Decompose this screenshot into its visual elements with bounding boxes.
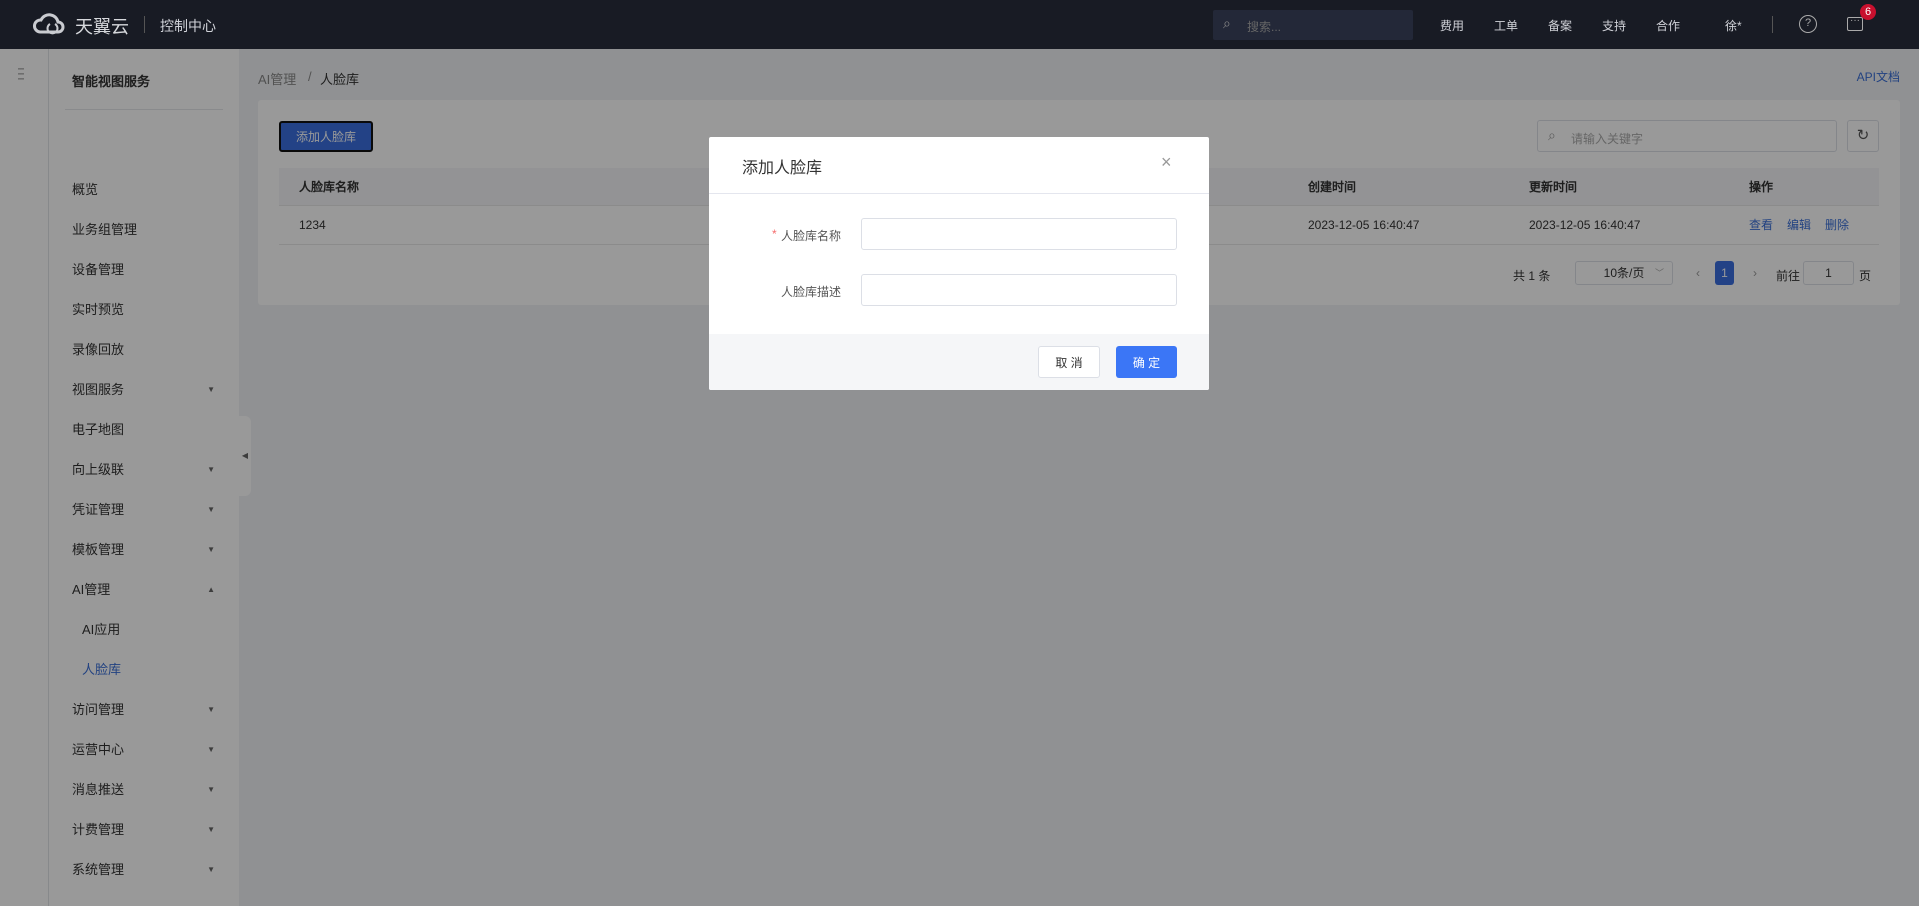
nav-fees[interactable]: 费用 [1440,17,1464,34]
required-mark: * [772,227,777,241]
dialog-title: 添加人脸库 [742,160,823,177]
close-icon[interactable]: × [1161,152,1172,173]
search-icon: ⌕ [1223,15,1231,31]
message-badge: 6 [1860,4,1876,20]
brand-name: 天翼云 [75,17,129,37]
cancel-button[interactable]: 取 消 [1038,346,1100,378]
description-input[interactable] [861,274,1177,306]
cloud-logo-icon[interactable] [32,12,72,36]
search-placeholder: 搜索... [1247,20,1282,34]
nav-tickets[interactable]: 工单 [1494,17,1518,34]
dialog-footer: 取 消 确 定 [709,334,1209,390]
message-icon[interactable]: ··· [1847,16,1863,31]
name-input[interactable] [861,218,1177,250]
top-bar: 天翼云 控制中心 ⌕ 搜索... 费用 工单 备案 支持 合作 徐* ? ···… [0,0,1919,49]
nav-cooperation[interactable]: 合作 [1656,17,1680,34]
divider [144,16,145,33]
divider [709,193,1209,194]
confirm-button[interactable]: 确 定 [1116,346,1177,378]
global-search[interactable]: ⌕ 搜索... [1213,10,1413,40]
add-face-library-dialog: 添加人脸库 × * 人脸库名称 人脸库描述 取 消 确 定 [709,137,1209,390]
name-label: 人脸库名称 [781,229,842,243]
console-title[interactable]: 控制中心 [160,16,216,36]
nav-support[interactable]: 支持 [1602,17,1626,34]
help-icon[interactable]: ? [1799,15,1817,33]
nav-filing[interactable]: 备案 [1548,17,1572,34]
user-name[interactable]: 徐* [1725,17,1742,34]
divider [1772,16,1773,33]
description-label: 人脸库描述 [781,285,842,299]
